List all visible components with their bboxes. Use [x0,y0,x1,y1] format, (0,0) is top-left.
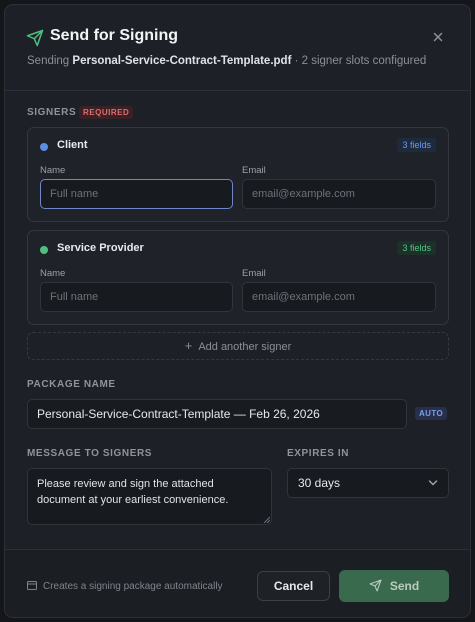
send-icon [26,29,44,47]
close-icon[interactable] [430,29,446,45]
footer-note-text: Creates a signing package automatically [43,581,223,592]
file-name: Personal-Service-Contract-Template.pdf [72,55,292,67]
add-signer-button[interactable]: + Add another signer [27,332,449,360]
expires-label: Expires In [287,448,350,459]
client-name-input[interactable] [40,179,233,209]
expires-value: 30 days [298,476,341,490]
chevron-down-icon [428,480,438,486]
signer-card-service-provider: Service Provider 3 fields Name Email [27,230,449,325]
signer-card-client: Client 3 fields Name Email [27,127,449,222]
email-label: Email [242,165,266,176]
subtitle-suffix: · 2 signer slots configured [294,55,427,67]
fields-count-badge: 3 fields [397,241,436,255]
required-badge: REQUIRED [79,106,134,119]
provider-name-input[interactable] [40,282,233,312]
client-email-input[interactable] [242,179,436,209]
provider-email-input[interactable] [242,282,436,312]
package-icon [27,581,37,590]
dialog-header: Send for Signing Sending Personal-Servic… [5,5,470,91]
name-label: Name [40,268,66,279]
fields-count-badge: 3 fields [397,138,436,152]
email-label: Email [242,268,266,279]
dialog-footer: Creates a signing package automatically … [5,549,470,617]
cancel-button[interactable]: Cancel [257,571,330,601]
signer-color-dot [40,143,48,151]
subtitle-prefix: Sending [27,55,70,67]
add-signer-label: Add another signer [198,341,292,353]
dialog-subtitle: Sending Personal-Service-Contract-Templa… [27,55,426,67]
footer-note: Creates a signing package automatically [27,580,223,592]
package-name-input[interactable] [27,399,407,429]
name-label: Name [40,165,66,176]
resize-grip-icon[interactable] [263,516,270,523]
signer-role-label: Client [57,139,88,151]
plus-icon: + [184,338,193,353]
send-button[interactable]: Send [339,570,449,602]
expires-select[interactable]: 30 days [287,468,449,498]
package-name-label: Package Name [27,379,116,390]
auto-badge: AUTO [415,407,448,420]
signers-section-label: Signers [27,107,77,118]
send-for-signing-dialog: Send for Signing Sending Personal-Servic… [4,4,471,618]
message-label: Message to Signers [27,448,153,459]
send-label: Send [389,579,420,593]
dialog-title: Send for Signing [50,27,178,44]
signer-color-dot [40,246,48,254]
signer-role-label: Service Provider [57,242,144,254]
message-textarea[interactable]: Please review and sign the attached docu… [27,468,272,525]
send-icon [369,579,382,592]
